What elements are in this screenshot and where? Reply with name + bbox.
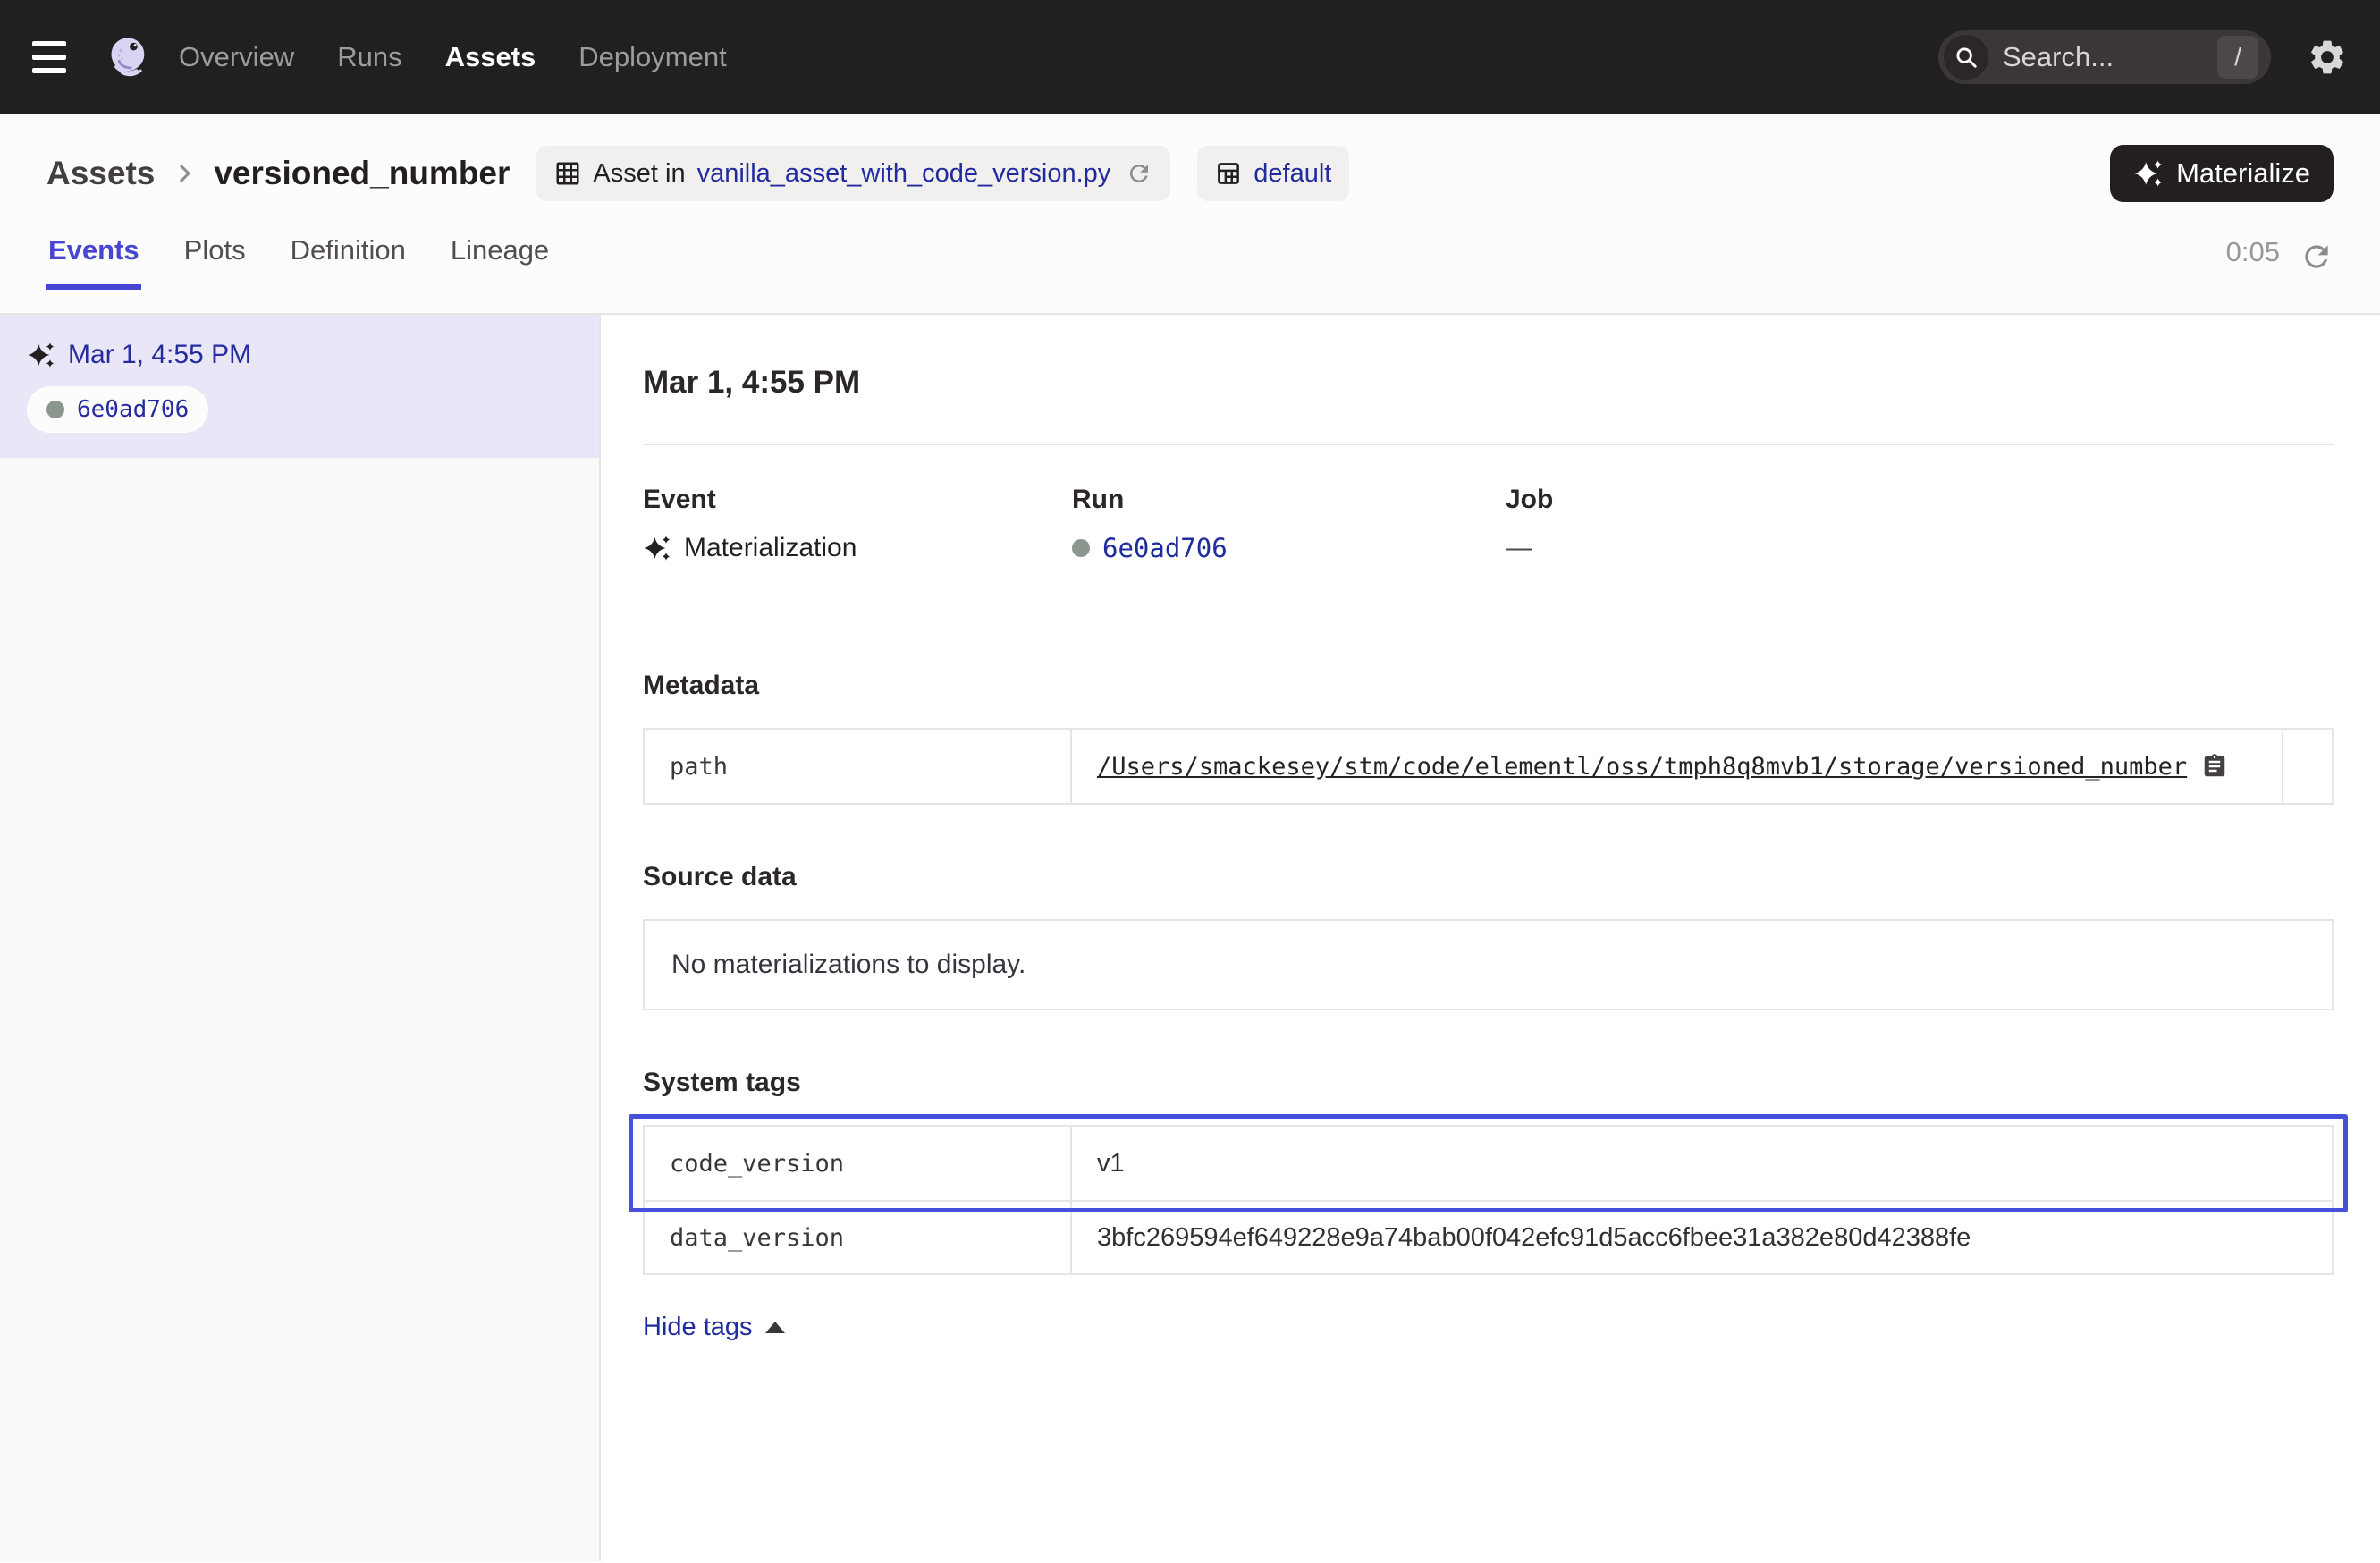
reload-location-icon[interactable]	[1126, 160, 1152, 187]
breadcrumb-assets-link[interactable]: Assets	[46, 155, 155, 192]
event-detail-title: Mar 1, 4:55 PM	[643, 365, 2334, 401]
dagster-logo-icon[interactable]	[105, 34, 152, 80]
sparkle-icon	[2133, 158, 2164, 189]
page-header: Assets versioned_number Asset in vanilla…	[0, 114, 2380, 315]
tag-key: data_version	[645, 1202, 1072, 1273]
metadata-action-cell	[2282, 730, 2332, 803]
tag-value: v1	[1072, 1127, 2332, 1200]
table-row-data-version: data_version 3bfc269594ef649228e9a74bab0…	[645, 1200, 2332, 1273]
run-status-dot	[46, 401, 64, 418]
asset-badge-prefix: Asset in	[593, 159, 685, 189]
job-empty-value: —	[1506, 533, 1532, 563]
hide-tags-link[interactable]: Hide tags	[643, 1313, 785, 1342]
event-type-value: Materialization	[684, 533, 857, 563]
asset-definition-badge: Asset in vanilla_asset_with_code_version…	[536, 146, 1170, 201]
search-shortcut-key: /	[2217, 36, 2258, 79]
hide-tags-label: Hide tags	[643, 1313, 753, 1342]
run-status-dot	[1072, 539, 1090, 557]
metadata-path-link[interactable]: /Users/smackesey/stm/code/elementl/oss/t…	[1097, 753, 2187, 781]
refresh-countdown: 0:05	[2226, 236, 2280, 288]
event-timestamp-link[interactable]: Mar 1, 4:55 PM	[68, 340, 251, 370]
table-row-code-version: code_version v1	[645, 1127, 2332, 1200]
search-input[interactable]	[2003, 41, 2217, 73]
source-data-heading: Source data	[643, 862, 2334, 892]
group-default-link[interactable]: default	[1253, 159, 1331, 189]
nav-item-deployment[interactable]: Deployment	[578, 41, 726, 73]
metadata-key: path	[645, 730, 1072, 803]
materialize-button[interactable]: Materialize	[2110, 145, 2334, 202]
materialize-button-label: Materialize	[2176, 157, 2310, 190]
caret-up-icon	[765, 1322, 785, 1333]
divider	[643, 444, 2334, 445]
job-column-label: Job	[1506, 485, 2334, 515]
tab-plots[interactable]: Plots	[182, 234, 248, 288]
run-id-label: 6e0ad706	[77, 396, 189, 423]
event-list-item[interactable]: Mar 1, 4:55 PM 6e0ad706	[0, 315, 599, 458]
event-detail-panel: Mar 1, 4:55 PM Event Materialization Run…	[601, 315, 2380, 1561]
nav-item-overview[interactable]: Overview	[179, 41, 294, 73]
asset-group-badge: default	[1197, 146, 1349, 201]
refresh-icon[interactable]	[2300, 240, 2334, 288]
materialization-sparkle-icon	[27, 341, 55, 369]
metadata-heading: Metadata	[643, 671, 2334, 701]
asset-group-icon	[1215, 160, 1242, 187]
event-column-label: Event	[643, 485, 1072, 515]
tag-value: 3bfc269594ef649228e9a74bab00f042efc91d5a…	[1072, 1202, 2332, 1273]
hamburger-menu-icon[interactable]	[32, 29, 89, 86]
chevron-right-icon	[171, 160, 198, 187]
run-column-label: Run	[1072, 485, 1506, 515]
search-icon	[1944, 35, 1988, 80]
source-data-empty-message: No materializations to display.	[643, 919, 2334, 1010]
tag-key: code_version	[645, 1127, 1072, 1200]
search-box[interactable]: /	[1938, 30, 2271, 84]
run-id-pill[interactable]: 6e0ad706	[27, 386, 208, 433]
code-location-link[interactable]: vanilla_asset_with_code_version.py	[697, 159, 1111, 189]
top-nav: Overview Runs Assets Deployment /	[0, 0, 2380, 114]
system-tags-heading: System tags	[643, 1068, 2334, 1098]
tab-definition[interactable]: Definition	[289, 234, 408, 288]
event-list-sidebar: Mar 1, 4:55 PM 6e0ad706	[0, 315, 601, 1561]
copy-icon[interactable]	[2201, 753, 2228, 780]
system-tags-table: code_version v1 data_version 3bfc269594e…	[643, 1125, 2334, 1275]
nav-item-runs[interactable]: Runs	[337, 41, 401, 73]
tab-events[interactable]: Events	[46, 234, 141, 288]
settings-gear-icon[interactable]	[2307, 37, 2348, 78]
metadata-table: path /Users/smackesey/stm/code/elementl/…	[643, 728, 2334, 805]
primary-nav: Overview Runs Assets Deployment	[179, 41, 727, 73]
asset-tabs: Events Plots Definition Lineage	[46, 234, 551, 288]
nav-item-assets[interactable]: Assets	[445, 41, 536, 73]
table-row: path /Users/smackesey/stm/code/elementl/…	[645, 730, 2332, 803]
asset-table-icon	[554, 160, 581, 187]
materialization-sparkle-icon	[643, 534, 671, 562]
page-title: versioned_number	[214, 155, 510, 192]
tab-lineage[interactable]: Lineage	[449, 234, 551, 288]
run-id-link[interactable]: 6e0ad706	[1102, 533, 1228, 563]
